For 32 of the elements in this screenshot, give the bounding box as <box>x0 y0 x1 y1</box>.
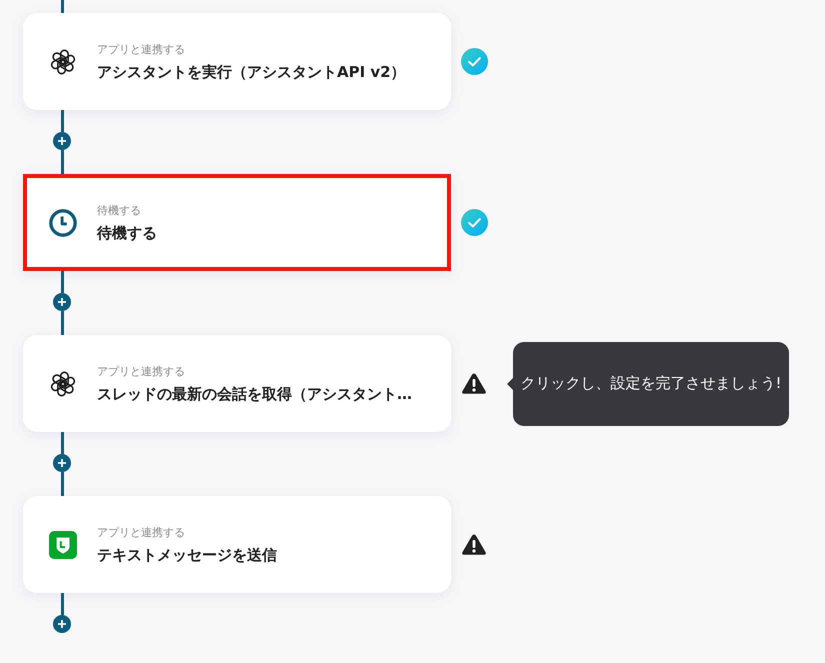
step-title: 待機する <box>97 222 157 242</box>
clock-icon <box>49 208 77 236</box>
connector-line <box>60 593 64 615</box>
add-step-button[interactable] <box>53 615 71 633</box>
plus-icon <box>58 137 66 145</box>
plus-icon <box>58 459 66 467</box>
connector-line <box>60 110 64 132</box>
connector-line <box>60 472 64 496</box>
connector-line <box>60 150 64 174</box>
connector-line <box>60 271 64 293</box>
shield-tile-icon <box>49 530 77 558</box>
step-card[interactable]: アプリと連携する スレッドの最新の会話を取得（アシスタント… <box>23 335 451 432</box>
step-category: 待機する <box>97 202 142 218</box>
step-category: アプリと連携する <box>97 42 186 58</box>
step-title: テキストメッセージを送信 <box>97 544 277 564</box>
add-step-button[interactable] <box>53 293 71 311</box>
step-title: アシスタントを実行（アシスタントAPI v2） <box>97 62 406 82</box>
tooltip-text: クリックし、設定を完了させましょう! <box>520 374 782 393</box>
step-category: アプリと連携する <box>97 364 186 380</box>
step-title: スレッドの最新の会話を取得（アシスタント… <box>97 384 412 404</box>
add-step-button[interactable] <box>53 454 71 472</box>
step-card[interactable]: アプリと連携する テキストメッセージを送信 <box>23 496 451 593</box>
knot-icon <box>49 370 77 398</box>
step-category: アプリと連携する <box>97 524 186 540</box>
plus-icon <box>58 298 66 306</box>
connector-line <box>60 432 64 454</box>
plus-icon <box>58 620 66 628</box>
knot-icon <box>49 48 77 76</box>
connector-line <box>60 311 64 335</box>
step-card[interactable]: 待機する 待機する <box>23 174 451 271</box>
step-card[interactable]: アプリと連携する アシスタントを実行（アシスタントAPI v2） <box>23 13 451 110</box>
add-step-button[interactable] <box>53 132 71 150</box>
